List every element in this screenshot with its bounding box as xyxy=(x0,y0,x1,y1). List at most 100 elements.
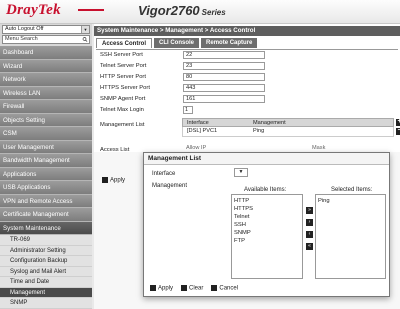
subitem-tr069[interactable]: TR-069 xyxy=(0,235,92,246)
dialog-apply-button[interactable]: Apply xyxy=(150,285,173,292)
model-series: Series xyxy=(201,8,226,17)
check-icon xyxy=(150,285,156,291)
draytek-logo: DrayTek xyxy=(6,2,61,18)
management-list-table: Interface Management + [DSL] PVC1 Ping − xyxy=(182,118,400,137)
sidebar-item-dashboard[interactable]: Dashboard xyxy=(0,46,92,60)
subitem-time-and-date[interactable]: Time and Date xyxy=(0,277,92,288)
sidebar-item-vpn[interactable]: VPN and Remote Access xyxy=(0,194,92,208)
tab-remote-capture[interactable]: Remote Capture xyxy=(201,38,258,48)
auto-logout-select[interactable]: Auto Logout Off ▼ xyxy=(2,25,90,34)
subitem-snmp[interactable]: SNMP xyxy=(0,298,92,309)
available-items-list[interactable]: HTTP HTTPS Telnet SSH SNMP FTP xyxy=(231,194,303,279)
https-port-label: HTTPS Server Port xyxy=(100,85,150,91)
telnet-max-login-row: Telnet Max Login 1 xyxy=(96,105,398,116)
tab-cli-console[interactable]: CLI Console xyxy=(154,38,200,48)
table-row[interactable]: [DSL] PVC1 Ping − xyxy=(182,127,400,137)
subitem-configuration-backup[interactable]: Configuration Backup xyxy=(0,256,92,267)
ssh-port-label: SSH Server Port xyxy=(100,52,143,58)
move-all-left-icon[interactable]: « xyxy=(306,243,313,250)
telnet-max-login-select[interactable]: 1 xyxy=(183,106,193,114)
telnet-port-label: Telnet Server Port xyxy=(100,63,147,69)
ssh-port-input[interactable]: 22 xyxy=(183,51,265,59)
sidebar: Auto Logout Off ▼ Menu Search Dashboard … xyxy=(0,24,92,309)
menu-search-placeholder: Menu Search xyxy=(5,36,38,42)
interface-label: Interface xyxy=(152,171,176,177)
dialog-cancel-label: Cancel xyxy=(219,285,239,292)
telnet-port-row: Telnet Server Port 23 xyxy=(96,61,398,72)
sidebar-item-usb-applications[interactable]: USB Applications xyxy=(0,181,92,195)
chevron-down-icon[interactable]: ▼ xyxy=(81,26,89,33)
header-management: Management xyxy=(253,120,286,126)
dialog-clear-label: Clear xyxy=(189,285,204,292)
list-item[interactable]: HTTP xyxy=(234,197,300,205)
subitem-administrator-setting[interactable]: Administrator Setting xyxy=(0,245,92,256)
list-item[interactable]: Telnet xyxy=(234,213,300,221)
selected-items-list[interactable]: Ping xyxy=(315,194,386,279)
dialog-footer: Apply Clear Cancel xyxy=(150,285,238,292)
menu-search-input[interactable]: Menu Search xyxy=(2,35,90,44)
model-name: Vigor2760 xyxy=(138,3,200,18)
snmp-port-label: SNMP Agent Port xyxy=(100,96,146,102)
access-control-form: SSH Server Port 22 Telnet Server Port 23… xyxy=(96,49,398,116)
logo-swoosh xyxy=(78,9,104,11)
add-icon[interactable]: + xyxy=(396,118,400,126)
list-item[interactable]: Ping xyxy=(318,197,383,205)
telnet-port-input[interactable]: 23 xyxy=(183,62,265,70)
https-port-input[interactable]: 443 xyxy=(183,84,265,92)
dialog-title: Management List xyxy=(144,153,389,165)
auto-logout-value: Auto Logout Off xyxy=(5,26,44,32)
sidebar-item-network[interactable]: Network xyxy=(0,73,92,87)
subitem-syslog-mail-alert[interactable]: Syslog and Mail Alert xyxy=(0,266,92,277)
sidebar-item-bandwidth-management[interactable]: Bandwidth Management xyxy=(0,154,92,168)
sidebar-item-applications[interactable]: Applications xyxy=(0,167,92,181)
tab-access-control[interactable]: Access Control xyxy=(96,38,153,48)
row-interface: [DSL] PVC1 xyxy=(187,128,218,134)
sidebar-item-csm[interactable]: CSM xyxy=(0,127,92,141)
list-item[interactable]: SNMP xyxy=(234,229,300,237)
close-icon xyxy=(211,285,218,291)
https-port-row: HTTPS Server Port 443 xyxy=(96,83,398,94)
dialog-apply-label: Apply xyxy=(158,285,174,292)
sidebar-item-firewall[interactable]: Firewall xyxy=(0,100,92,114)
selected-items-label: Selected Items: xyxy=(331,187,373,193)
management-list-dialog: Management List Interface ▼ Management A… xyxy=(143,152,390,297)
sidebar-item-system-maintenance[interactable]: System Maintenance xyxy=(0,221,92,235)
management-list-header: Interface Management + xyxy=(182,118,400,127)
interface-select[interactable]: ▼ xyxy=(234,168,248,177)
available-items-label: Available Items: xyxy=(244,187,287,193)
header: DrayTek Vigor2760 Series xyxy=(0,0,400,24)
snmp-port-input[interactable]: 161 xyxy=(183,95,265,103)
http-port-label: HTTP Server Port xyxy=(100,74,146,80)
header-interface: Interface xyxy=(187,120,209,126)
ssh-port-row: SSH Server Port 22 xyxy=(96,50,398,61)
dialog-cancel-button[interactable]: Cancel xyxy=(211,285,238,292)
sidebar-item-objects-setting[interactable]: Objects Setting xyxy=(0,113,92,127)
sidebar-item-user-management[interactable]: User Management xyxy=(0,140,92,154)
http-port-input[interactable]: 80 xyxy=(183,73,265,81)
clear-icon xyxy=(181,285,188,291)
access-list-col-allow-ip: Allow IP xyxy=(186,145,207,151)
snmp-port-row: SNMP Agent Port 161 xyxy=(96,94,398,105)
sidebar-item-wizard[interactable]: Wizard xyxy=(0,59,92,73)
move-all-right-icon[interactable]: » xyxy=(306,207,313,214)
breadcrumb: System Maintenance > Management > Access… xyxy=(94,26,400,36)
tab-bar: Access Control CLI Console Remote Captur… xyxy=(96,38,258,48)
move-buttons: » › ‹ « xyxy=(306,207,313,255)
access-list-col-mask: Mask xyxy=(312,145,326,151)
search-icon[interactable] xyxy=(82,37,88,42)
list-item[interactable]: FTP xyxy=(234,237,300,245)
sidebar-item-wireless-lan[interactable]: Wireless LAN xyxy=(0,86,92,100)
move-left-icon[interactable]: ‹ xyxy=(306,231,313,238)
model-title: Vigor2760 Series xyxy=(138,3,226,18)
management-label: Management xyxy=(152,183,188,189)
remove-icon[interactable]: − xyxy=(396,127,400,135)
http-port-row: HTTP Server Port 80 xyxy=(96,72,398,83)
management-list-label: Management List xyxy=(100,122,145,128)
list-item[interactable]: SSH xyxy=(234,221,300,229)
list-item[interactable]: HTTPS xyxy=(234,205,300,213)
dialog-clear-button[interactable]: Clear xyxy=(181,285,203,292)
telnet-max-login-label: Telnet Max Login xyxy=(100,107,144,113)
move-right-icon[interactable]: › xyxy=(306,219,313,226)
sidebar-item-certificate-management[interactable]: Certificate Management xyxy=(0,208,92,222)
subitem-management[interactable]: Management xyxy=(0,287,92,298)
